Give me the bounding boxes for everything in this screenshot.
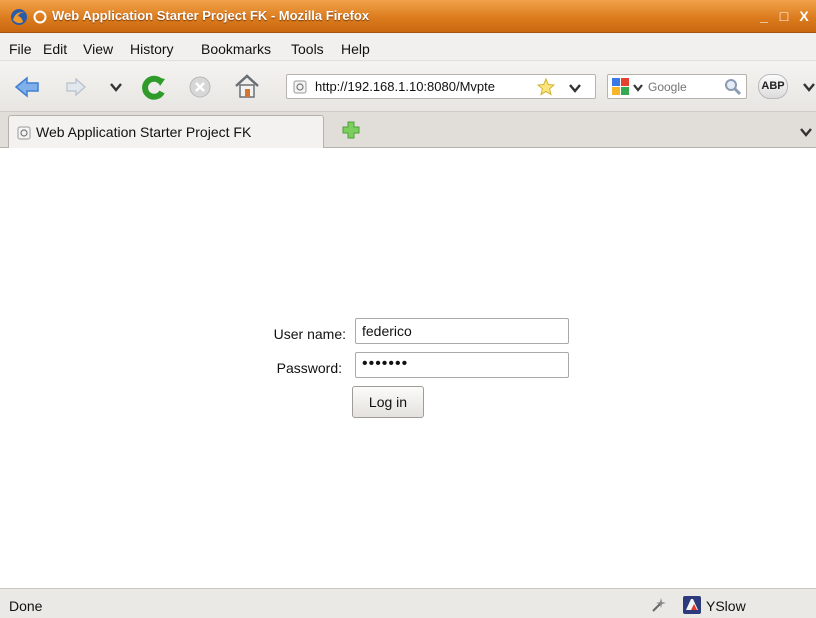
yslow-icon[interactable] — [682, 595, 702, 615]
page-content: User name: federico Password: ••••••• Lo… — [0, 148, 816, 588]
google-engine-icon[interactable] — [611, 77, 631, 97]
tab-page-icon — [17, 126, 31, 140]
password-value[interactable]: ••••••• — [362, 355, 408, 373]
reload-icon[interactable] — [140, 73, 168, 101]
menu-help[interactable]: Help — [341, 41, 370, 57]
url-dropdown-icon[interactable] — [569, 83, 581, 93]
adblock-plus-button[interactable]: ABP — [758, 74, 788, 99]
search-icon[interactable] — [724, 78, 742, 96]
forward-arrow-icon[interactable] — [65, 76, 87, 98]
status-text: Done — [9, 598, 43, 614]
menu-file[interactable]: File — [9, 41, 32, 57]
close-button[interactable]: X — [796, 8, 812, 24]
navigation-toolbar: http://192.168.1.10:8080/Mvpte ABP — [0, 62, 816, 112]
site-identity-icon[interactable] — [293, 80, 307, 94]
back-arrow-icon[interactable] — [14, 75, 40, 99]
status-bar: Done YSlow — [0, 588, 816, 618]
address-bar[interactable]: http://192.168.1.10:8080/Mvpte — [286, 74, 596, 99]
menu-view[interactable]: View — [83, 41, 113, 57]
username-value[interactable]: federico — [362, 323, 412, 339]
minimize-button[interactable]: _ — [756, 8, 772, 24]
password-label: Password: — [276, 360, 342, 376]
menu-bar: File Edit View History Bookmarks Tools H… — [0, 33, 816, 61]
firefox-icon — [11, 9, 27, 25]
login-button[interactable]: Log in — [352, 386, 424, 418]
toolbar-overflow-icon[interactable] — [803, 82, 815, 92]
bookmark-star-icon[interactable] — [537, 78, 555, 96]
url-text[interactable]: http://192.168.1.10:8080/Mvpte — [315, 79, 537, 94]
username-label: User name: — [273, 326, 346, 342]
username-field[interactable]: federico — [355, 318, 569, 344]
search-engine-dropdown-icon[interactable] — [633, 83, 643, 92]
yslow-label[interactable]: YSlow — [706, 598, 746, 614]
home-icon[interactable] — [233, 73, 261, 99]
window-menu-icon[interactable] — [33, 10, 47, 24]
maximize-button[interactable]: □ — [776, 8, 792, 24]
spark-icon[interactable] — [650, 596, 668, 614]
search-input[interactable] — [648, 77, 720, 96]
window-title: Web Application Starter Project FK - Moz… — [52, 8, 370, 23]
search-bar[interactable] — [607, 74, 747, 99]
password-field[interactable]: ••••••• — [355, 352, 569, 378]
window-title-bar[interactable]: Web Application Starter Project FK - Moz… — [0, 0, 816, 33]
menu-edit[interactable]: Edit — [43, 41, 67, 57]
menu-bookmarks[interactable]: Bookmarks — [201, 41, 271, 57]
tab-web-application-starter[interactable]: Web Application Starter Project FK — [8, 115, 324, 148]
tab-bar: Web Application Starter Project FK — [0, 112, 816, 148]
menu-history[interactable]: History — [130, 41, 174, 57]
stop-icon[interactable] — [188, 75, 212, 99]
tab-list-dropdown-icon[interactable] — [800, 127, 812, 137]
new-tab-plus-icon[interactable] — [341, 120, 361, 140]
tab-label: Web Application Starter Project FK — [36, 124, 252, 140]
history-dropdown-icon[interactable] — [110, 82, 122, 92]
menu-tools[interactable]: Tools — [291, 41, 324, 57]
